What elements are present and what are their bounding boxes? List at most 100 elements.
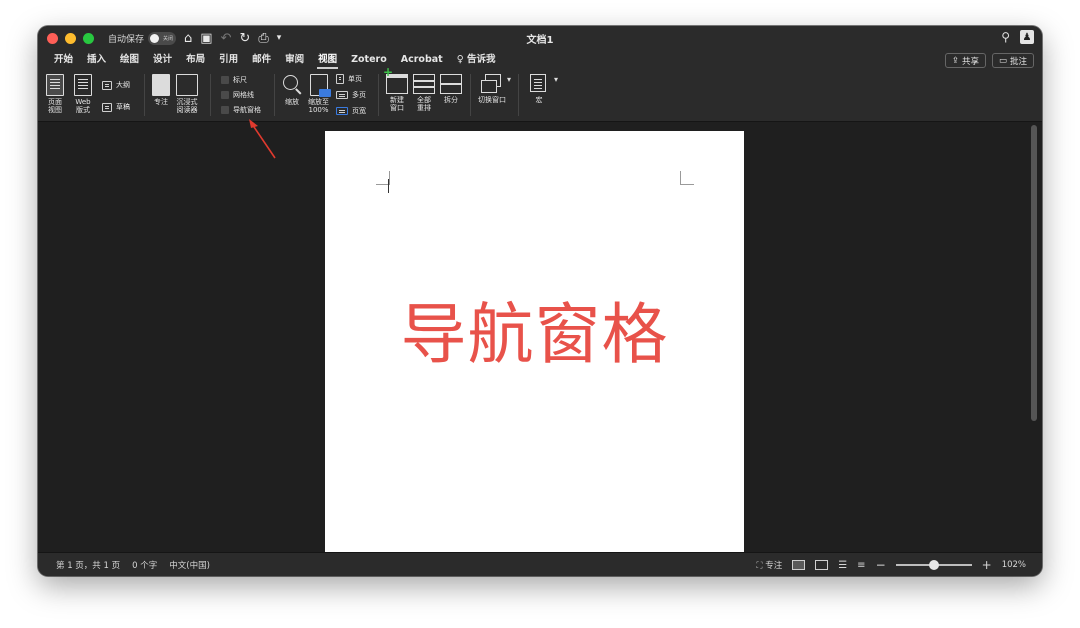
text-cursor bbox=[388, 179, 389, 193]
focus-mode-button[interactable]: ⛶ 专注 bbox=[757, 559, 783, 571]
autosave-toggle[interactable]: 关闭 bbox=[148, 31, 177, 45]
zoom-slider-knob[interactable] bbox=[928, 560, 939, 570]
gridlines-label: 网格线 bbox=[233, 91, 254, 99]
zoom-slider[interactable] bbox=[895, 560, 972, 570]
word-count[interactable]: 0 个字 bbox=[132, 559, 157, 571]
zoom-100-button[interactable]: 缩放至 100% bbox=[308, 74, 331, 114]
zoom-in-button[interactable]: + bbox=[982, 558, 992, 572]
share-button[interactable]: ⇪ 共享 bbox=[944, 53, 986, 68]
nav-pane-check[interactable] bbox=[221, 106, 229, 114]
web-layout-button[interactable]: Web 版式 bbox=[74, 74, 92, 114]
autosave-toggle-label: 关闭 bbox=[163, 35, 174, 42]
comments-label: 批注 bbox=[1009, 56, 1027, 67]
comments-button[interactable]: ▭ 批注 bbox=[991, 53, 1034, 68]
nav-pane-label: 导航窗格 bbox=[233, 106, 261, 114]
language-indicator[interactable]: 中文(中国) bbox=[169, 559, 210, 571]
ribbon-separator bbox=[378, 74, 379, 116]
ribbon-tabs: 开始 插入 绘图 设计 布局 引用 邮件 审阅 视图 Zotero Acroba… bbox=[38, 50, 1042, 70]
new-window-label: 新建 窗口 bbox=[390, 96, 404, 112]
immersive-reader-icon bbox=[176, 74, 198, 96]
zoom-button[interactable]: 缩放 bbox=[282, 74, 302, 106]
page-count[interactable]: 第 1 页，共 1 页 bbox=[56, 559, 120, 571]
web-layout-label: Web 版式 bbox=[75, 98, 91, 114]
zoom-100-icon bbox=[309, 74, 331, 97]
tab-references[interactable]: 引用 bbox=[212, 50, 245, 70]
account-icon[interactable]: ♟ bbox=[1020, 30, 1034, 44]
share-label: 共享 bbox=[961, 56, 979, 67]
draft-status-icon[interactable]: ≡ bbox=[857, 560, 865, 571]
ribbon-separator bbox=[470, 74, 471, 116]
customize-toolbar-icon[interactable]: ▾ bbox=[277, 33, 282, 43]
tab-view[interactable]: 视图 bbox=[311, 50, 344, 70]
one-page-label: 单页 bbox=[348, 75, 362, 83]
document-page[interactable]: 导航窗格 bbox=[325, 131, 744, 552]
outline-status-icon[interactable]: ☰ bbox=[838, 560, 847, 571]
home-icon[interactable]: ⌂ bbox=[184, 31, 192, 46]
tell-me[interactable]: ♀ 告诉我 bbox=[450, 50, 503, 70]
new-window-icon: + bbox=[383, 66, 408, 94]
arrange-all-button[interactable]: 全部 重排 bbox=[413, 74, 435, 112]
minimize-window-button[interactable] bbox=[65, 32, 76, 44]
new-window-button[interactable]: + 新建 窗口 bbox=[383, 66, 408, 112]
ribbon-separator bbox=[210, 74, 211, 116]
ruler-checkbox[interactable]: 标尺 bbox=[221, 75, 247, 85]
outline-button[interactable]: 大纲 bbox=[102, 80, 130, 90]
page-view-label: 页面 视图 bbox=[48, 98, 62, 114]
split-button[interactable]: 拆分 bbox=[440, 74, 462, 104]
nav-pane-checkbox[interactable]: 导航窗格 bbox=[221, 105, 261, 115]
gridlines-check[interactable] bbox=[221, 91, 229, 99]
macros-button[interactable]: ▾ 宏 bbox=[528, 74, 558, 104]
multiple-pages-icon bbox=[336, 91, 348, 99]
document-workspace: 导航窗格 bbox=[38, 123, 1042, 552]
print-layout-icon[interactable] bbox=[792, 560, 806, 570]
multiple-pages-button[interactable]: 多页 bbox=[336, 90, 366, 100]
menu-right: ⇪ 共享 ▭ 批注 bbox=[944, 53, 1034, 68]
zoom-window-button[interactable] bbox=[83, 32, 94, 44]
web-layout-status-icon[interactable] bbox=[815, 560, 829, 570]
save-icon[interactable]: ▣ bbox=[200, 31, 212, 46]
tab-acrobat[interactable]: Acrobat bbox=[394, 50, 450, 70]
redo-icon[interactable]: ↻ bbox=[239, 31, 250, 46]
tab-mailings[interactable]: 邮件 bbox=[245, 50, 278, 70]
page-view-button[interactable]: 页面 视图 bbox=[46, 74, 64, 114]
tab-draw[interactable]: 绘图 bbox=[113, 50, 146, 70]
one-page-button[interactable]: 单页 bbox=[336, 74, 362, 84]
outline-icon bbox=[102, 80, 112, 90]
focus-button[interactable]: 专注 bbox=[152, 74, 170, 106]
ruler-check[interactable] bbox=[221, 76, 229, 84]
tab-layout[interactable]: 布局 bbox=[179, 50, 212, 70]
zoom-out-button[interactable]: − bbox=[876, 558, 886, 572]
ribbon-view: 页面 视图 Web 版式 大纲 草稿 专注 沉浸式 阅读器 标尺 网格线 导航窗… bbox=[38, 66, 1042, 122]
tab-design[interactable]: 设计 bbox=[146, 50, 179, 70]
zoom-percentage[interactable]: 102% bbox=[1002, 560, 1026, 570]
vertical-scrollbar[interactable] bbox=[1031, 123, 1040, 552]
page-width-button[interactable]: 页宽 bbox=[336, 106, 366, 116]
arrange-all-icon bbox=[413, 74, 435, 94]
search-icon[interactable]: ⚲ bbox=[1001, 30, 1010, 44]
tab-home[interactable]: 开始 bbox=[47, 50, 80, 70]
draft-icon bbox=[102, 102, 112, 112]
ribbon-separator bbox=[274, 74, 275, 116]
tab-insert[interactable]: 插入 bbox=[80, 50, 113, 70]
page-view-icon bbox=[46, 74, 64, 96]
title-bar: 自动保存 关闭 ⌂ ▣ ↶ ↻ ⎙ ▾ 文档1 ⚲ ♟ bbox=[38, 26, 1042, 50]
focus-icon bbox=[152, 74, 170, 96]
immersive-reader-button[interactable]: 沉浸式 阅读器 bbox=[176, 74, 198, 114]
scrollbar-thumb[interactable] bbox=[1031, 125, 1037, 421]
undo-icon[interactable]: ↶ bbox=[221, 31, 232, 46]
print-icon[interactable]: ⎙ bbox=[258, 31, 268, 46]
web-layout-icon bbox=[74, 74, 92, 96]
outline-label: 大纲 bbox=[116, 81, 130, 89]
draft-button[interactable]: 草稿 bbox=[102, 102, 130, 112]
close-window-button[interactable] bbox=[47, 32, 58, 44]
focus-mode-icon: ⛶ bbox=[756, 561, 763, 571]
switch-windows-button[interactable]: ▾ 切换窗口 bbox=[478, 74, 511, 104]
split-icon bbox=[440, 74, 462, 94]
tab-review[interactable]: 审阅 bbox=[278, 50, 311, 70]
gridlines-checkbox[interactable]: 网格线 bbox=[221, 90, 254, 100]
document-body-text[interactable]: 导航窗格 bbox=[325, 281, 744, 377]
switch-windows-label: 切换窗口 bbox=[478, 96, 506, 104]
one-page-icon bbox=[336, 74, 344, 84]
immersive-reader-label: 沉浸式 阅读器 bbox=[176, 98, 198, 114]
ribbon-separator bbox=[518, 74, 519, 116]
